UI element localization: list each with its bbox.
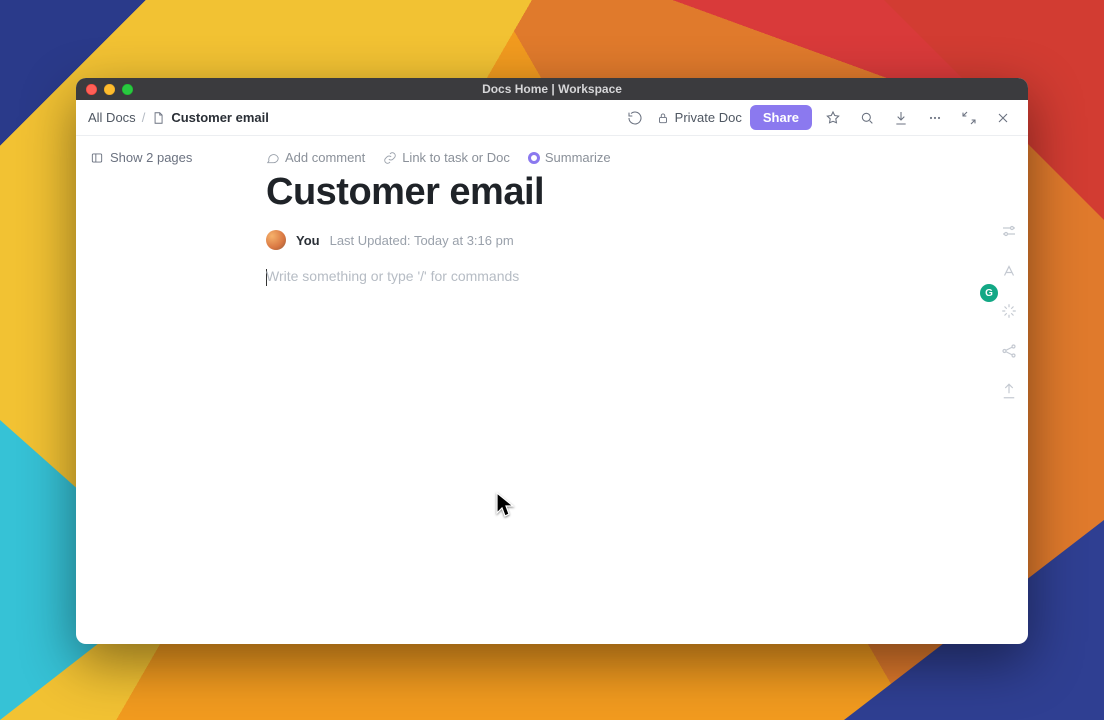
show-pages-label: Show 2 pages — [110, 150, 192, 165]
avatar[interactable] — [266, 230, 286, 250]
breadcrumb-sep: / — [142, 110, 146, 125]
summarize-label: Summarize — [545, 150, 611, 165]
share-button[interactable]: Share — [750, 105, 812, 130]
export-icon[interactable] — [1000, 382, 1018, 400]
more-menu-icon[interactable] — [922, 105, 948, 131]
show-pages-toggle[interactable]: Show 2 pages — [90, 150, 256, 165]
link-icon — [383, 151, 397, 165]
window-zoom[interactable] — [122, 84, 133, 95]
panel-icon — [90, 151, 104, 165]
search-icon[interactable] — [854, 105, 880, 131]
settings-slider-icon[interactable] — [1000, 222, 1018, 240]
history-icon[interactable] — [622, 105, 648, 131]
link-task-label: Link to task or Doc — [402, 150, 510, 165]
desktop-background: Docs Home | Workspace All Docs / Custome… — [0, 0, 1104, 720]
typography-icon[interactable] — [1000, 262, 1018, 280]
comment-icon — [266, 151, 280, 165]
ai-icon — [528, 152, 540, 164]
byline: You Last Updated: Today at 3:16 pm — [266, 230, 988, 250]
sparkle-icon[interactable] — [1000, 302, 1018, 320]
window-minimize[interactable] — [104, 84, 115, 95]
editor-placeholder: Write something or type '/' for commands — [266, 268, 519, 284]
top-toolbar: All Docs / Customer email Private Doc Sh… — [76, 100, 1028, 136]
favorite-star-icon[interactable] — [820, 105, 846, 131]
right-rail — [1000, 222, 1018, 400]
window-controls — [86, 84, 133, 95]
lock-icon — [656, 111, 670, 125]
collapse-icon[interactable] — [956, 105, 982, 131]
close-icon[interactable] — [990, 105, 1016, 131]
summarize-button[interactable]: Summarize — [528, 150, 611, 165]
text-caret — [266, 269, 267, 286]
breadcrumb: All Docs / Customer email — [88, 110, 269, 125]
download-icon[interactable] — [888, 105, 914, 131]
page-title[interactable]: Customer email — [266, 171, 988, 214]
author-name[interactable]: You — [296, 233, 320, 248]
link-task-button[interactable]: Link to task or Doc — [383, 150, 510, 165]
window-title: Docs Home | Workspace — [76, 82, 1028, 96]
add-comment-button[interactable]: Add comment — [266, 150, 365, 165]
grammar-badge[interactable]: G — [980, 284, 998, 302]
share-nodes-icon[interactable] — [1000, 342, 1018, 360]
doc-icon — [151, 111, 165, 125]
app-window: Docs Home | Workspace All Docs / Custome… — [76, 78, 1028, 644]
breadcrumb-current[interactable]: Customer email — [171, 110, 269, 125]
last-updated: Last Updated: Today at 3:16 pm — [330, 233, 514, 248]
doc-body: Show 2 pages Add comment Link to task or… — [76, 136, 1028, 644]
private-doc-button[interactable]: Private Doc — [656, 110, 742, 125]
breadcrumb-root[interactable]: All Docs — [88, 110, 136, 125]
window-close[interactable] — [86, 84, 97, 95]
private-label: Private Doc — [675, 110, 742, 125]
window-titlebar: Docs Home | Workspace — [76, 78, 1028, 100]
add-comment-label: Add comment — [285, 150, 365, 165]
document-area: Add comment Link to task or Doc Summariz… — [266, 136, 1028, 644]
left-rail: Show 2 pages — [76, 136, 266, 644]
document-editor[interactable]: Write something or type '/' for commands — [266, 268, 988, 588]
doc-action-strip: Add comment Link to task or Doc Summariz… — [266, 150, 988, 165]
